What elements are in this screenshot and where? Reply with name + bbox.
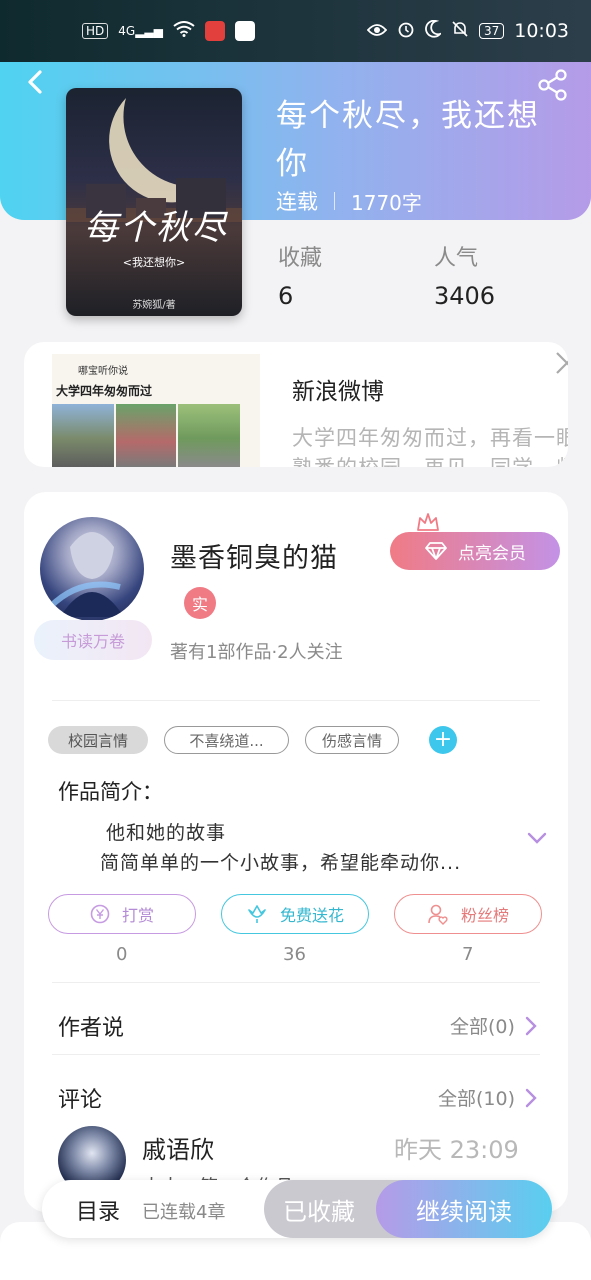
- toc-button[interactable]: 目录: [76, 1194, 120, 1226]
- send-flower-label: 免费送花: [279, 906, 344, 925]
- alarm-icon: [397, 20, 415, 43]
- popularity-label: 人气: [434, 246, 479, 271]
- battery-indicator: 37: [478, 23, 505, 39]
- tag-sad-romance[interactable]: 伤感言情: [305, 726, 399, 754]
- serial-status: 连载: [276, 190, 318, 214]
- wifi-icon: [173, 20, 195, 42]
- cover-author: 苏婉狐/著: [132, 300, 176, 311]
- book-cover[interactable]: 每个秋尽 <我还想你> 苏婉狐/著: [66, 88, 242, 316]
- ad-thumb-photo-1: [52, 404, 114, 467]
- signal-label: 4G: [118, 24, 136, 38]
- tip-label: 打赏: [121, 906, 154, 925]
- tip-button[interactable]: 打赏: [48, 894, 196, 934]
- tag-warning[interactable]: 不喜绕道...: [164, 726, 289, 754]
- cover-title: 每个秋尽: [84, 208, 228, 248]
- continue-reading-button[interactable]: 继续阅读: [376, 1180, 552, 1238]
- yen-coin-icon: [90, 904, 110, 924]
- divider: [52, 1054, 540, 1055]
- continue-reading-label: 继续阅读: [416, 1197, 512, 1226]
- divider: [52, 700, 540, 701]
- reader-level-badge: 书读万卷: [34, 620, 152, 660]
- vip-button-label: 点亮会员: [458, 543, 526, 564]
- intro-label: 作品简介：: [58, 780, 163, 804]
- ad-source: 新浪微博: [292, 379, 384, 405]
- video-app-icon: [234, 21, 255, 41]
- ad-description: 大学四年匆匆而过，再看一眼: [292, 426, 568, 450]
- tag-campus-romance[interactable]: 校园言情: [48, 726, 148, 754]
- tip-count: 0: [116, 944, 128, 965]
- ad-thumb-brand: 哪宝听你说: [78, 366, 128, 377]
- chevron-right-icon: [525, 1016, 537, 1035]
- ad-thumb-photo-2: [116, 404, 176, 467]
- collected-label: 已收藏: [283, 1197, 355, 1226]
- back-button[interactable]: [20, 66, 52, 98]
- status-bar: HD 4G▂▃▅ 37 10:03: [0, 0, 591, 62]
- book-title: 每个秋尽，我还想你: [276, 98, 540, 182]
- author-name[interactable]: 墨香铜臭的猫: [170, 536, 338, 575]
- add-tag-button[interactable]: +: [429, 726, 457, 754]
- vip-button[interactable]: 点亮会员: [390, 532, 560, 570]
- author-avatar[interactable]: [40, 517, 144, 621]
- chevron-right-icon: [525, 1088, 537, 1107]
- expand-chevron-icon[interactable]: [526, 830, 548, 846]
- crown-icon: [417, 513, 439, 531]
- fan-ranking-label: 粉丝榜: [460, 906, 509, 925]
- cover-subtitle: <我还想你>: [122, 256, 186, 269]
- bottom-action-bar: 目录 已连载4章 已收藏 继续阅读: [42, 1180, 552, 1238]
- intro-line-2: 简简单单的一个小故事，希望能牵动你...: [100, 852, 462, 874]
- verified-badge: 实: [184, 587, 216, 619]
- comments-all-label: 全部(10): [438, 1088, 516, 1110]
- book-detail-card: 书读万卷 墨香铜臭的猫 实 点亮会员 著有1部作品·2人关注 校园言情 不喜绕道…: [24, 492, 568, 1212]
- chapter-count: 已连载4章: [142, 1202, 226, 1223]
- moon-icon: [425, 19, 443, 43]
- diamond-icon: [425, 542, 447, 560]
- fan-count: 7: [462, 944, 474, 965]
- intro-line-1: 他和她的故事: [106, 822, 227, 844]
- user-heart-icon: [428, 904, 448, 925]
- ad-card[interactable]: 哪宝听你说 大学四年匆匆而过 新浪微博 大学四年匆匆而过，再看一眼 熟悉的校园，…: [24, 342, 568, 467]
- author-stats: 著有1部作品·2人关注: [170, 642, 343, 663]
- meta-divider: [334, 192, 335, 210]
- clock: 10:03: [514, 20, 569, 42]
- avatar-art: [47, 532, 124, 617]
- book-app-icon: [204, 21, 225, 41]
- mute-bell-icon: [451, 20, 469, 43]
- flower-icon: [248, 905, 266, 923]
- fan-ranking-button[interactable]: 粉丝榜: [394, 894, 542, 934]
- comments-all-link[interactable]: 全部(10): [438, 1084, 537, 1111]
- ad-thumb-photo-3: [178, 404, 240, 467]
- chevron-left-icon: [28, 70, 42, 94]
- hd-badge: HD: [82, 23, 109, 39]
- flower-count: 36: [283, 944, 306, 965]
- ad-thumb-headline: 大学四年匆匆而过: [56, 384, 153, 398]
- book-meta: 连载 1770字: [276, 186, 422, 216]
- author-says-all-link[interactable]: 全部(0): [450, 1012, 537, 1039]
- send-flower-button[interactable]: 免费送花: [221, 894, 369, 934]
- popularity-value: 3406: [434, 282, 496, 310]
- signal-icon: 4G▂▃▅: [118, 24, 163, 38]
- close-icon: [556, 352, 568, 374]
- comments-title: 评论: [58, 1088, 103, 1113]
- commenter-name[interactable]: 戚语欣: [142, 1130, 214, 1165]
- divider: [52, 982, 540, 983]
- ad-close-button[interactable]: [554, 350, 568, 376]
- ad-description-line2: 熟悉的校园，再见，同学，师: [292, 452, 568, 467]
- comment-time: 昨天 23:09: [394, 1136, 519, 1164]
- author-says-all-label: 全部(0): [450, 1016, 515, 1038]
- author-says-title: 作者说: [58, 1016, 125, 1041]
- favorites-value: 6: [278, 282, 294, 310]
- word-count: 1770字: [351, 190, 422, 215]
- ad-thumbnail: 哪宝听你说 大学四年匆匆而过: [52, 354, 260, 467]
- favorites-label: 收藏: [278, 246, 323, 271]
- eye-icon: [366, 20, 388, 42]
